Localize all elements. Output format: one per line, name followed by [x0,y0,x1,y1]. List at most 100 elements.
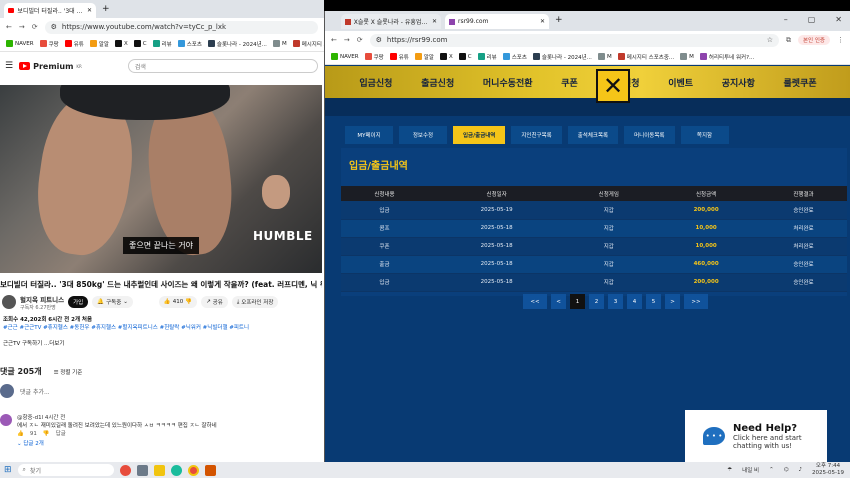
close-icon[interactable]: ✕ [87,7,92,14]
nav-item[interactable]: 이벤트 [668,76,693,89]
page-button[interactable]: 1 [570,294,585,309]
bookmark-item[interactable]: 알알 [414,53,434,61]
nav-item[interactable]: 공지사항 [722,76,755,89]
url-field[interactable]: ⚙ https://rsr99.com ☆ [369,33,779,47]
subtab-item[interactable]: 입금/출금내역 [453,126,506,144]
bookmark-item[interactable]: 메시지티 스... [292,40,324,48]
taskbar-search[interactable]: ⌕ 찾기 [17,464,114,476]
commenter-avatar[interactable] [0,414,12,426]
reply-button[interactable]: 답글 [56,430,66,438]
bookmark-item[interactable]: 슬롯나라 - 2024년... [532,53,592,61]
bookmark-item[interactable]: 쿠팡 [39,40,59,48]
thumbs-down-icon[interactable]: 👎 [185,299,192,305]
description-more[interactable]: 근근TV 구독하기 ...더보기 [3,340,321,348]
page-button[interactable]: << [523,294,547,309]
download-button[interactable]: ⤓ 오프라인 저장 [231,296,279,308]
search-input[interactable]: 검색 [127,59,318,73]
bookmark-item[interactable]: 스포츠 [502,53,527,61]
bookmark-item[interactable]: NAVER [331,53,359,60]
bookmark-item[interactable]: C [458,53,472,60]
network-icon[interactable]: ⌬ [784,467,789,473]
subtab-item[interactable]: 지인친구목록 [511,126,562,144]
bookmark-item[interactable]: NAVER [6,40,34,47]
reload-icon[interactable]: ⟳ [357,36,363,44]
bookmark-item[interactable]: M [597,53,612,60]
close-window-button[interactable]: ✕ [835,15,842,24]
help-chat-widget[interactable]: • • • Need Help? Click here and start ch… [685,410,827,462]
page-button[interactable]: 2 [589,294,604,309]
forward-icon[interactable]: → [344,36,350,44]
bookmark-item[interactable]: 슬롯나라 - 2024년... [207,40,267,48]
tray-expand-icon[interactable]: ⌃ [769,467,774,473]
edge-icon[interactable] [170,464,182,476]
hashtags[interactable]: #근근 #근근TV #휴지헬스 #동헌우 #휴지헬스 #헐지옥피트니스 #헌탈락… [3,324,321,332]
share-button[interactable]: ↗ 공유 [201,296,228,308]
subscribed-button[interactable]: 🔔 구독중 ⌄ [92,296,133,308]
bookmark-item[interactable]: 리뷰 [152,40,172,48]
url-field[interactable]: ⚙ https://www.youtube.com/watch?v=tyCc_p… [44,20,318,34]
maximize-button[interactable]: ▢ [808,15,816,24]
weather-text[interactable]: 내일 비 [742,466,759,474]
close-icon[interactable]: ✕ [432,18,437,25]
bookmark-item[interactable]: X [439,53,453,60]
back-icon[interactable]: ← [331,36,337,44]
description-box[interactable]: 조회수 42,202회 6시간 전 2개 처음 #근근 #근근TV #휴지헬스 … [3,316,321,354]
add-comment-row[interactable]: 댓글 추가... [0,384,322,398]
tab-rsr99[interactable]: rsr99.com ✕ [445,14,549,29]
flowers-app-icon[interactable] [119,464,131,476]
site-info-icon[interactable]: ⚙ [376,36,382,44]
page-button[interactable]: < [551,294,566,309]
start-icon[interactable]: ⊞ [4,465,12,475]
comment-dislike-icon[interactable]: 👎 [43,430,50,438]
subtab-item[interactable]: 머니이동목록 [624,126,675,144]
page-button[interactable]: 5 [646,294,661,309]
join-button[interactable]: 가입 [68,296,89,308]
site-info-icon[interactable]: ⚙ [51,23,57,31]
comment-like-icon[interactable]: 👍 [17,430,24,438]
menu-icon[interactable]: ☰ [5,61,13,71]
subtab-item[interactable]: MY페이지 [345,126,393,144]
nav-item[interactable]: 출금신청 [421,76,454,89]
profile-button[interactable]: 본인 인증 [798,35,830,45]
channel-avatar[interactable] [2,295,16,309]
clock[interactable]: 오후 7:44 2025-05-19 [812,463,844,476]
bookmark-item[interactable]: 쿠팡 [364,53,384,61]
youtube-logo[interactable]: Premium KR [19,62,82,71]
bookmark-item[interactable]: M [680,53,694,60]
bookmark-item[interactable]: 스포츠 [177,40,202,48]
volume-icon[interactable]: ♪ [799,467,803,473]
minimize-button[interactable]: – [784,15,788,24]
weather-icon[interactable]: ☂ [727,467,732,473]
more-icon[interactable]: ⋮ [837,36,844,44]
bookmark-star-icon[interactable]: ☆ [767,36,773,44]
nav-item[interactable]: 입금신청 [359,76,392,89]
bookmark-item[interactable]: 허리티투네 워커?... [699,53,754,61]
tab-slotnara[interactable]: X슬롯 X 슬롯나라 - 유흥업 2... ✕ [341,14,441,29]
page-button[interactable]: 4 [627,294,642,309]
bookmark-item[interactable]: 알알 [89,40,109,48]
comment-author[interactable]: @항중-d1l 4시간 전 [17,414,217,422]
reload-icon[interactable]: ⟳ [32,23,38,31]
forward-icon[interactable]: → [19,23,25,31]
bookmark-item[interactable]: X [114,40,128,47]
file-explorer-icon[interactable] [153,464,165,476]
bookmark-item[interactable]: 메시지티 스포츠중... [617,53,674,61]
nav-item[interactable]: 머니수동전환 [483,76,533,89]
replies-toggle[interactable]: ⌄ 답글 2개 [17,440,217,448]
bookmark-item[interactable]: 유튜 [389,53,409,61]
extensions-icon[interactable]: ⧉ [786,36,791,45]
bookmark-item[interactable]: M [272,40,287,47]
page-button[interactable]: > [665,294,680,309]
add-comment-placeholder[interactable]: 댓글 추가... [20,387,50,396]
close-icon[interactable]: ✕ [540,18,545,25]
new-tab-button[interactable]: + [555,15,563,25]
new-tab-button[interactable]: + [102,4,110,14]
bookmark-item[interactable]: 유튜 [64,40,84,48]
chrome-window-icon[interactable] [204,464,216,476]
nav-item[interactable]: 룰렛쿠폰 [784,76,817,89]
like-button[interactable]: 👍 410 👎 [158,296,198,308]
subtab-item[interactable]: 정보수정 [399,126,447,144]
subtab-item[interactable]: 쪽지함 [680,126,729,144]
tab-youtube-video[interactable]: 보디빌더 터질라.. '3대 85... ✕ [4,3,96,18]
page-button[interactable]: 3 [608,294,623,309]
